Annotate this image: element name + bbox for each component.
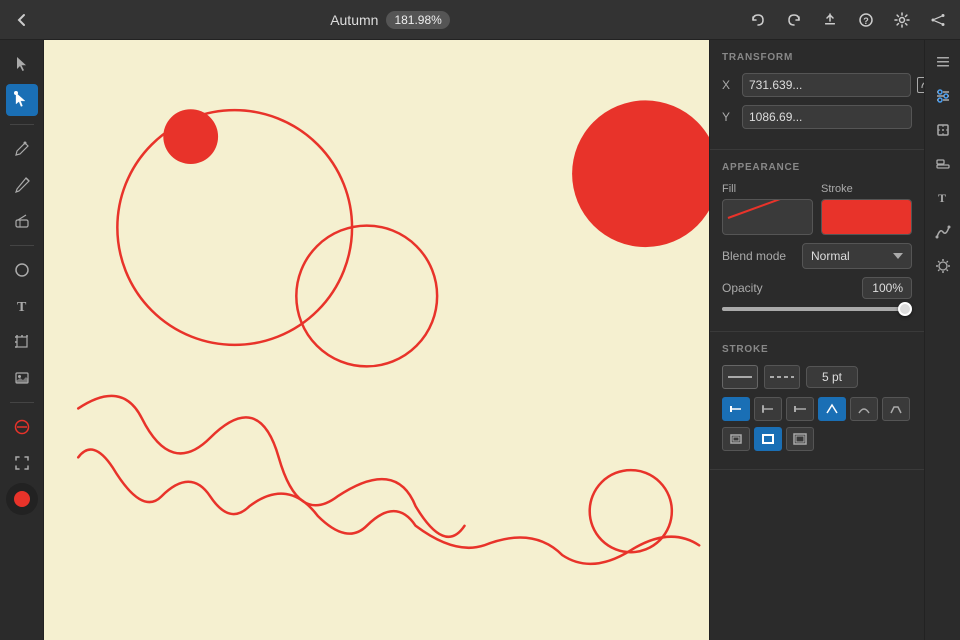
- canvas-svg: [44, 40, 709, 640]
- redo-button[interactable]: [780, 6, 808, 34]
- stroke-align-center-button[interactable]: [754, 427, 782, 451]
- opacity-track: [722, 307, 912, 311]
- fill-col: Fill: [722, 183, 813, 235]
- align-panel-button[interactable]: [929, 150, 957, 178]
- x-input[interactable]: [742, 73, 911, 97]
- fill-diagonal-icon: [723, 200, 812, 234]
- toolbar-separator-2: [10, 245, 34, 246]
- stroke-swatch[interactable]: [821, 199, 912, 235]
- opacity-slider[interactable]: [722, 307, 912, 311]
- properties-panel-button[interactable]: [929, 82, 957, 110]
- text-tool[interactable]: T: [6, 290, 38, 322]
- stroke-solid-line-icon: [728, 376, 752, 378]
- y-label: Y: [722, 110, 736, 124]
- layers-panel-button[interactable]: [929, 48, 957, 76]
- corner-radius-icon: [917, 77, 924, 93]
- toolbar-separator-1: [10, 124, 34, 125]
- stroke-solid-button[interactable]: [722, 365, 758, 389]
- y-input[interactable]: [742, 105, 912, 129]
- opacity-value[interactable]: 100%: [862, 277, 912, 299]
- left-toolbar: T: [0, 40, 44, 640]
- stroke-join-bevel-button[interactable]: [882, 397, 910, 421]
- main-area: T: [0, 40, 960, 640]
- opacity-label: Opacity: [722, 281, 854, 295]
- shape-tool[interactable]: [6, 254, 38, 286]
- opacity-row: Opacity 100%: [722, 277, 912, 299]
- pen-tool[interactable]: [6, 133, 38, 165]
- right-icon-strip: T: [924, 40, 960, 640]
- help-button[interactable]: ?: [852, 6, 880, 34]
- stroke-align-outside-button[interactable]: [786, 427, 814, 451]
- y-field-row: Y: [722, 105, 912, 129]
- opacity-fill: [722, 307, 910, 311]
- right-panel: TRANSFORM X Y APPEARANCE Fill: [709, 40, 924, 640]
- undo-button[interactable]: [744, 6, 772, 34]
- stroke-line-row: [722, 365, 912, 389]
- no-entry-tool[interactable]: [6, 411, 38, 443]
- stroke-cap-row-1: [722, 397, 912, 421]
- x-label: X: [722, 78, 736, 92]
- direct-select-tool[interactable]: [6, 84, 38, 116]
- back-button[interactable]: [8, 6, 36, 34]
- opacity-thumb: [898, 302, 912, 316]
- stroke-color: [822, 200, 911, 234]
- fill-stroke-row: Fill Stroke: [722, 183, 912, 235]
- stroke-cap-round-button[interactable]: [754, 397, 782, 421]
- transform-title: TRANSFORM: [722, 52, 912, 63]
- appearance-title: APPEARANCE: [722, 162, 912, 173]
- stroke-align-inside-button[interactable]: [722, 427, 750, 451]
- stroke-join-round-button[interactable]: [850, 397, 878, 421]
- path-panel-button[interactable]: [929, 218, 957, 246]
- fill-label: Fill: [722, 183, 813, 195]
- stroke-join-miter-button[interactable]: [818, 397, 846, 421]
- stroke-section: STROKE: [710, 332, 924, 470]
- eraser-tool[interactable]: [6, 205, 38, 237]
- export-button[interactable]: [816, 6, 844, 34]
- artboard-tool[interactable]: [6, 326, 38, 358]
- svg-text:T: T: [17, 300, 27, 315]
- resize-tool[interactable]: [6, 447, 38, 479]
- topbar-right: ?: [744, 6, 952, 34]
- stroke-col: Stroke: [821, 183, 912, 235]
- blend-mode-select[interactable]: Normal Multiply Screen Overlay: [802, 243, 912, 269]
- fill-swatch[interactable]: [722, 199, 813, 235]
- x-field-row: X: [722, 73, 912, 97]
- stroke-dashed-line-icon: [770, 376, 794, 378]
- topbar: Autumn 181.98% ?: [0, 0, 960, 40]
- type-panel-button[interactable]: T: [929, 184, 957, 212]
- svg-text:?: ?: [863, 16, 869, 26]
- canvas-area[interactable]: [44, 40, 709, 640]
- share-button[interactable]: [924, 6, 952, 34]
- transform-section: TRANSFORM X Y: [710, 40, 924, 150]
- zoom-level[interactable]: 181.98%: [386, 11, 449, 29]
- image-tool[interactable]: [6, 362, 38, 394]
- stroke-width-input[interactable]: [806, 366, 858, 388]
- stroke-corner-row: [722, 427, 912, 451]
- blend-mode-row: Blend mode Normal Multiply Screen Overla…: [722, 243, 912, 269]
- blend-mode-label: Blend mode: [722, 249, 802, 263]
- topbar-center: Autumn 181.98%: [330, 11, 450, 29]
- pencil-tool[interactable]: [6, 169, 38, 201]
- select-tool[interactable]: [6, 48, 38, 80]
- topbar-left: [8, 6, 36, 34]
- circle-active-tool[interactable]: [6, 483, 38, 515]
- document-title: Autumn: [330, 12, 378, 28]
- stroke-label: Stroke: [821, 183, 912, 195]
- stroke-title: STROKE: [722, 344, 912, 355]
- stroke-cap-square-button[interactable]: [786, 397, 814, 421]
- transform-panel-button[interactable]: [929, 116, 957, 144]
- stroke-cap-flat-button[interactable]: [722, 397, 750, 421]
- stroke-dashed-button[interactable]: [764, 365, 800, 389]
- appearance-section: APPEARANCE Fill Stroke Blend mode: [710, 150, 924, 332]
- settings-button[interactable]: [888, 6, 916, 34]
- toolbar-separator-3: [10, 402, 34, 403]
- svg-text:T: T: [938, 191, 946, 205]
- effects-panel-button[interactable]: [929, 252, 957, 280]
